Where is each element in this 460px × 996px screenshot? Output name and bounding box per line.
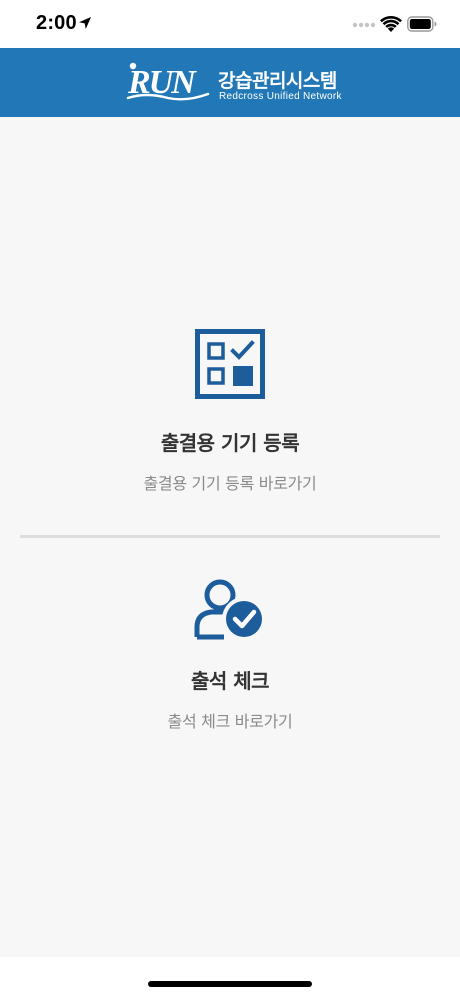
app-header: RUN 강습관리시스템 Redcross Unified Network (0, 48, 460, 117)
register-device-title: 출결용 기기 등록 (160, 431, 300, 455)
signal-dots-icon (352, 22, 376, 28)
checklist-icon (195, 329, 265, 399)
home-indicator[interactable] (148, 981, 312, 987)
status-bar: 2:00 (0, 0, 460, 48)
header-title: 강습관리시스템 (218, 70, 337, 92)
menu-divider (20, 535, 440, 538)
header-subtitle: Redcross Unified Network (219, 91, 342, 102)
status-time: 2:00 (36, 12, 77, 34)
register-device-menu-button[interactable]: 출결용 기기 등록 출결용 기기 등록 바로가기 (0, 329, 460, 519)
bottom-bar (0, 957, 460, 996)
battery-icon (407, 16, 437, 32)
attendance-check-subtitle: 출석 체크 바로가기 (167, 712, 293, 731)
attendance-check-title: 출석 체크 (190, 669, 270, 693)
register-device-subtitle: 출결용 기기 등록 바로가기 (143, 474, 317, 493)
user-check-icon (194, 579, 266, 641)
main-menu: 출결용 기기 등록 출결용 기기 등록 바로가기 출석 체크 출석 체크 바로가… (0, 117, 460, 957)
wifi-icon (380, 15, 402, 32)
run-logo-icon: RUN (126, 62, 210, 101)
location-arrow-icon (79, 17, 91, 29)
attendance-check-menu-button[interactable]: 출석 체크 출석 체크 바로가기 (0, 577, 460, 747)
